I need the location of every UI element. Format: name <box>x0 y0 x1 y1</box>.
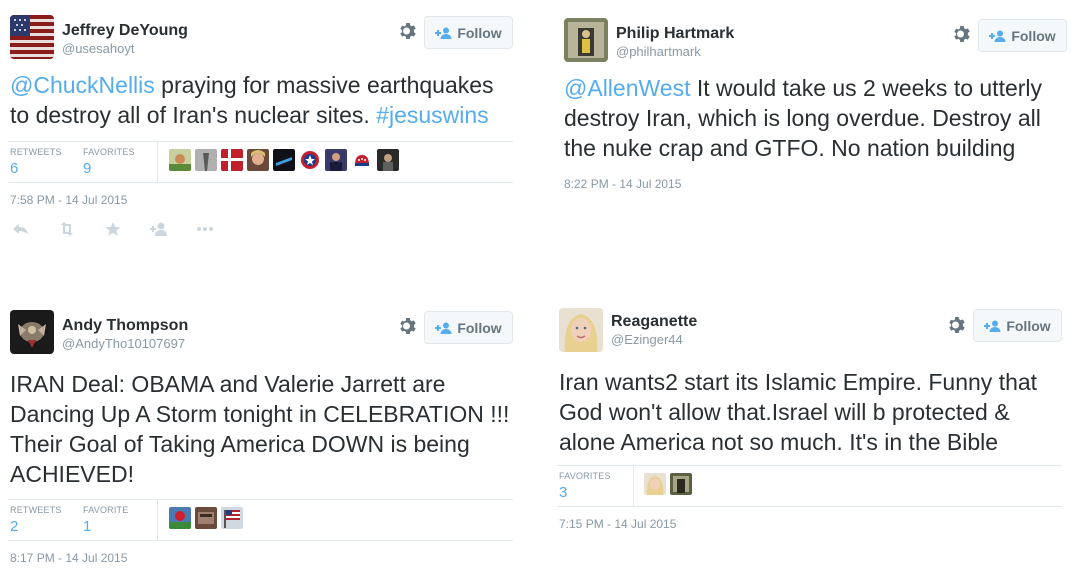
follow-button[interactable]: Follow <box>424 16 513 49</box>
tweet-card: Philip Hartmark @philhartmark Follow @Al… <box>562 13 1067 293</box>
add-user-icon <box>989 30 1006 42</box>
follow-button[interactable]: Follow <box>978 19 1067 52</box>
favorites-count[interactable]: 3 <box>559 484 611 501</box>
user-name[interactable]: Philip Hartmark <box>616 25 734 43</box>
mention-link[interactable]: @ChuckNellis <box>10 72 155 98</box>
tweet-card: Andy Thompson @AndyTho10107697 Follow IR… <box>8 305 513 578</box>
user-handle[interactable]: @usesahoyt <box>62 41 134 56</box>
retweets-label: RETWEETS <box>10 147 62 157</box>
follow-label: Follow <box>457 24 502 41</box>
favoriter-avatars <box>644 473 692 495</box>
avatar[interactable] <box>10 310 54 354</box>
user-name[interactable]: Andy Thompson <box>62 317 188 335</box>
retweets-count[interactable]: 2 <box>10 518 62 535</box>
avatar[interactable] <box>195 149 217 171</box>
tweet-timestamp[interactable]: 8:22 PM - 14 Jul 2015 <box>562 177 1067 191</box>
avatar[interactable] <box>247 149 269 171</box>
avatar[interactable] <box>670 473 692 495</box>
stats-divider <box>157 142 158 183</box>
avatar[interactable] <box>169 149 191 171</box>
follow-label: Follow <box>457 319 502 336</box>
avatar[interactable] <box>10 15 54 59</box>
gear-icon[interactable] <box>398 316 418 336</box>
tweet-header: Andy Thompson @AndyTho10107697 Follow <box>8 305 513 355</box>
tweet-timestamp[interactable]: 8:17 PM - 14 Jul 2015 <box>8 551 513 565</box>
tweet-card: Reaganette @Ezinger44 Follow Iran wants2… <box>557 303 1062 578</box>
favorites-count[interactable]: 9 <box>83 160 135 177</box>
avatar[interactable] <box>564 18 608 62</box>
favorite-icon[interactable] <box>104 221 122 237</box>
hashtag-link[interactable]: #jesuswins <box>376 102 489 128</box>
tweet-header: Philip Hartmark @philhartmark Follow <box>562 13 1067 63</box>
tweet-actions <box>8 221 513 237</box>
mention-link[interactable]: @AllenWest <box>564 75 690 101</box>
avatar[interactable] <box>377 149 399 171</box>
more-icon[interactable] <box>196 221 214 237</box>
gear-icon[interactable] <box>952 24 972 44</box>
favorites-label: FAVORITE <box>83 505 129 515</box>
favoriter-avatars <box>169 507 243 529</box>
user-handle[interactable]: @AndyTho10107697 <box>62 336 185 351</box>
tweet-header: Jeffrey DeYoung @usesahoyt Follow <box>8 10 513 60</box>
follow-icon[interactable] <box>150 221 168 237</box>
add-user-icon <box>984 320 1001 332</box>
retweets-label: RETWEETS <box>10 505 62 515</box>
favorites-label: FAVORITES <box>559 471 611 481</box>
tweet-stats: RETWEETS 2 FAVORITE 1 <box>8 499 513 541</box>
tweet-text: @AllenWest It would take us 2 weeks to u… <box>562 73 1067 163</box>
favorites-count[interactable]: 1 <box>83 518 128 535</box>
avatar[interactable] <box>559 308 603 352</box>
stats-divider <box>633 466 634 507</box>
avatar[interactable] <box>299 149 321 171</box>
reply-icon[interactable] <box>12 221 30 237</box>
retweets-stat[interactable]: RETWEETS 2 <box>10 505 62 535</box>
tweet-text: IRAN Deal: OBAMA and Valerie Jarrett are… <box>8 369 513 489</box>
tweet-card: Jeffrey DeYoung @usesahoyt Follow @Chuck… <box>8 10 513 290</box>
avatar[interactable] <box>325 149 347 171</box>
user-name[interactable]: Jeffrey DeYoung <box>62 22 188 40</box>
user-handle[interactable]: @Ezinger44 <box>611 332 683 347</box>
favorites-label: FAVORITES <box>83 147 135 157</box>
avatar[interactable] <box>351 149 373 171</box>
tweet-timestamp[interactable]: 7:15 PM - 14 Jul 2015 <box>557 517 1062 531</box>
tweet-stats: RETWEETS 6 FAVORITES 9 <box>8 141 513 183</box>
stats-divider <box>157 500 158 541</box>
tweet-body: Iran wants2 start its Islamic Empire. Fu… <box>559 369 1038 455</box>
avatar[interactable] <box>221 507 243 529</box>
tweet-text: @ChuckNellis praying for massive earthqu… <box>8 70 513 130</box>
gear-icon[interactable] <box>398 21 418 41</box>
add-user-icon <box>435 27 452 39</box>
user-name[interactable]: Reaganette <box>611 313 697 331</box>
retweets-count[interactable]: 6 <box>10 160 62 177</box>
retweets-stat[interactable]: RETWEETS 6 <box>10 147 62 177</box>
avatar[interactable] <box>221 149 243 171</box>
follow-button[interactable]: Follow <box>973 309 1062 342</box>
user-handle[interactable]: @philhartmark <box>616 44 701 59</box>
favorites-stat[interactable]: FAVORITES 9 <box>83 147 135 177</box>
favorites-stat[interactable]: FAVORITES 3 <box>559 471 611 501</box>
gear-icon[interactable] <box>947 315 967 335</box>
favoriter-avatars <box>169 149 399 171</box>
avatar[interactable] <box>273 149 295 171</box>
tweet-stats: FAVORITES 3 <box>557 465 1062 507</box>
tweet-text: Iran wants2 start its Islamic Empire. Fu… <box>557 367 1062 457</box>
tweet-timestamp[interactable]: 7:58 PM - 14 Jul 2015 <box>8 193 513 207</box>
tweet-header: Reaganette @Ezinger44 Follow <box>557 303 1062 353</box>
avatar[interactable] <box>644 473 666 495</box>
retweet-icon[interactable] <box>58 221 76 237</box>
avatar[interactable] <box>195 507 217 529</box>
follow-label: Follow <box>1011 27 1056 44</box>
avatar[interactable] <box>169 507 191 529</box>
follow-button[interactable]: Follow <box>424 311 513 344</box>
add-user-icon <box>435 322 452 334</box>
favorites-stat[interactable]: FAVORITE 1 <box>83 505 128 535</box>
tweet-body: IRAN Deal: OBAMA and Valerie Jarrett are… <box>10 371 510 487</box>
follow-label: Follow <box>1006 317 1051 334</box>
